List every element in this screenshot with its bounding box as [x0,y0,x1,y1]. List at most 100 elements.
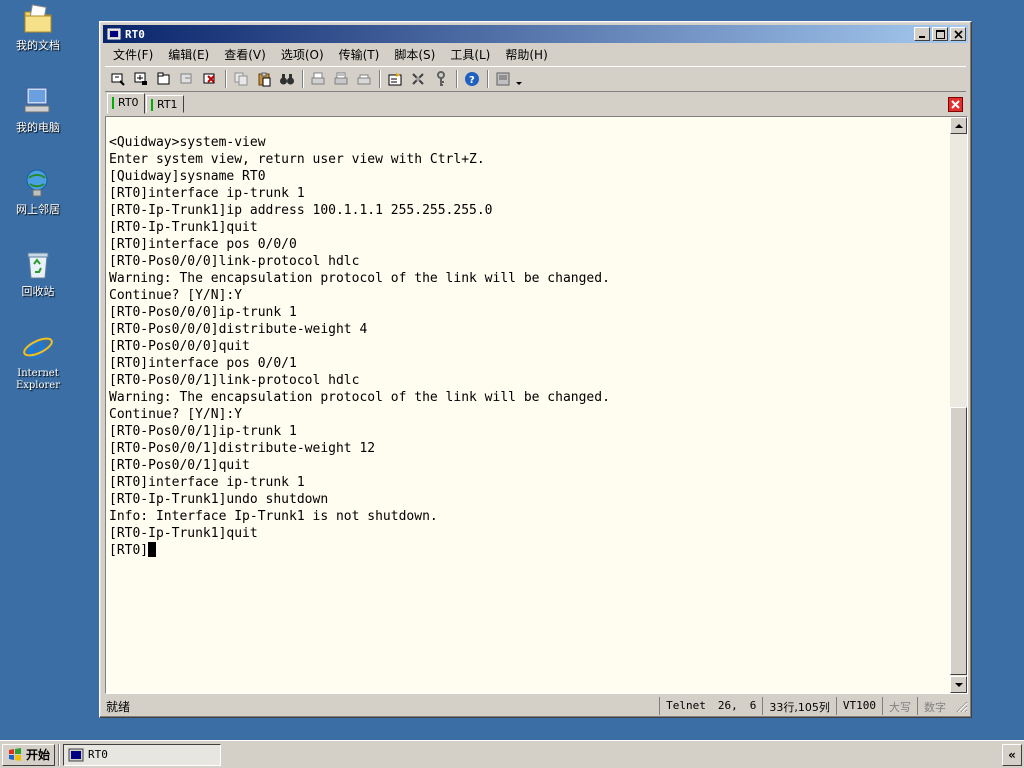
connect-in-tab-button[interactable] [153,68,175,90]
scroll-thumb[interactable] [950,407,967,675]
print-setup-button[interactable] [353,68,375,90]
desktop-icon-my-documents[interactable]: 我的文档 [4,2,72,52]
terminal-line: Enter system view, return user view with… [109,152,485,167]
toolbar: ? [105,66,966,92]
tab-status-indicator [112,97,114,109]
scroll-down-button[interactable] [950,676,967,693]
app-terminal-icon [68,748,84,761]
menu-bar: 文件(F) 编辑(E) 查看(V) 选项(O) 传输(T) 脚本(S) 工具(L… [103,44,968,64]
terminal-window: RT0 文件(F) 编辑(E) 查看(V) 选项(O) 传输(T) 脚本(S) … [99,21,972,718]
maximize-button[interactable] [932,27,948,41]
menu-file[interactable]: 文件(F) [113,46,153,63]
disconnect-button[interactable] [199,68,221,90]
close-icon [953,29,963,39]
terminal-line: [RT0-Pos0/0/0]ip-trunk 1 [109,305,297,320]
toolbar-overflow-icon[interactable] [515,71,523,87]
desktop-icon-internet-explorer[interactable]: e Internet Explorer [4,330,72,392]
menu-transfer[interactable]: 传输(T) [339,46,380,63]
desktop-icon-network-places[interactable]: 网上邻居 [4,166,72,216]
paste-icon [258,72,271,87]
terminal-line: [RT0-Ip-Trunk1]quit [109,526,258,541]
terminal-line: [RT0]interface pos 0/0/0 [109,237,297,252]
terminal-line: Warning: The encapsulation protocol of t… [109,390,610,405]
desktop-icon-label: 我的文档 [16,39,60,52]
tools-icon [412,73,424,85]
desktop-icon-label: 我的电脑 [16,121,60,134]
desktop-icon-recycle-bin[interactable]: 回收站 [4,248,72,298]
maximize-icon [935,29,945,39]
print-selection-button[interactable] [330,68,352,90]
paste-button[interactable] [253,68,275,90]
menu-tools[interactable]: 工具(L) [450,46,490,63]
taskbar-item-rt0[interactable]: RT0 [63,743,222,766]
terminal-line: [RT0-Pos0/0/0]quit [109,339,250,354]
copy-button[interactable] [230,68,252,90]
session-options-button[interactable] [384,68,406,90]
help-button[interactable]: ? [461,68,483,90]
svg-text:e: e [27,331,46,364]
start-label: 开始 [26,748,51,762]
tab-rt0[interactable]: RT0 [107,93,145,114]
vertical-scrollbar[interactable] [950,117,967,693]
find-button[interactable] [276,68,298,90]
recycle-bin-icon [21,248,55,282]
close-tab-button[interactable] [948,97,963,112]
terminal-line: [RT0-Pos0/0/1]distribute-weight 12 [109,441,376,456]
resize-grip-icon[interactable] [954,699,968,713]
minimize-icon [918,35,925,38]
menu-view[interactable]: 查看(V) [224,46,266,63]
status-cursor-row: 26, [717,699,738,712]
menu-help[interactable]: 帮助(H) [505,46,547,63]
terminal-frame: <Quidway>system-view Enter system view, r… [105,116,968,694]
status-emulation: VT100 [835,697,882,715]
terminal-line: Warning: The encapsulation protocol of t… [109,271,610,286]
session-options-icon [388,73,402,86]
terminal-line: Info: Interface Ip-Trunk1 is not shutdow… [109,509,438,524]
disconnect-icon [203,73,215,84]
svg-text:?: ? [469,75,475,86]
status-protocol: Telnet [659,697,712,715]
terminal-line: [RT0-Pos0/0/1]quit [109,458,250,473]
print-selection-icon [334,72,348,85]
desktop-icon-label: 网上邻居 [16,203,60,216]
quick-connect-button[interactable] [130,68,152,90]
global-options-button[interactable] [407,68,429,90]
chevron-left-icon: « [1008,748,1016,762]
network-places-icon [21,166,55,200]
terminal-line: [RT0-Pos0/0/1]ip-trunk 1 [109,424,297,439]
terminal-output[interactable]: <Quidway>system-view Enter system view, r… [106,117,949,693]
print-button[interactable] [307,68,329,90]
internet-explorer-icon: e [21,330,55,366]
terminal-line: [RT0-Pos0/0/0]link-protocol hdlc [109,254,360,269]
close-button[interactable] [950,27,966,41]
desktop-icon-my-computer[interactable]: 我的电脑 [4,84,72,134]
status-cursor-col: 6 [749,699,757,712]
status-caps-lock: 大写 [882,697,917,715]
tray-expand-button[interactable]: « [1002,744,1022,766]
binoculars-icon [280,74,294,85]
keymap-button[interactable] [430,68,452,90]
menu-edit[interactable]: 编辑(E) [168,46,209,63]
menu-options[interactable]: 选项(O) [281,46,324,63]
printer-icon [357,74,371,85]
help-icon: ? [465,72,479,86]
menu-script[interactable]: 脚本(S) [394,46,435,63]
minimize-button[interactable] [914,27,930,41]
arrow-up-icon [954,123,963,128]
terminal-line: [RT0-Pos0/0/0]distribute-weight 4 [109,322,368,337]
close-icon [951,100,960,109]
windows-logo-icon [9,747,21,761]
terminal-line: [RT0-Pos0/0/1]link-protocol hdlc [109,373,360,388]
screen-button[interactable] [492,68,514,90]
title-bar[interactable]: RT0 [103,25,968,43]
start-button[interactable]: 开始 [2,743,56,766]
tab-rt1[interactable]: RT1 [146,95,184,113]
terminal-line: [RT0-Ip-Trunk1]quit [109,220,258,235]
scroll-up-button[interactable] [950,117,967,134]
arrow-down-icon [954,682,963,687]
terminal-line: [RT0-Ip-Trunk1]undo shutdown [109,492,329,507]
terminal-line: Continue? [Y/N]:Y [109,407,243,422]
connect-button[interactable] [107,68,129,90]
terminal-line: [RT0]interface ip-trunk 1 [109,475,305,490]
reconnect-button[interactable] [176,68,198,90]
